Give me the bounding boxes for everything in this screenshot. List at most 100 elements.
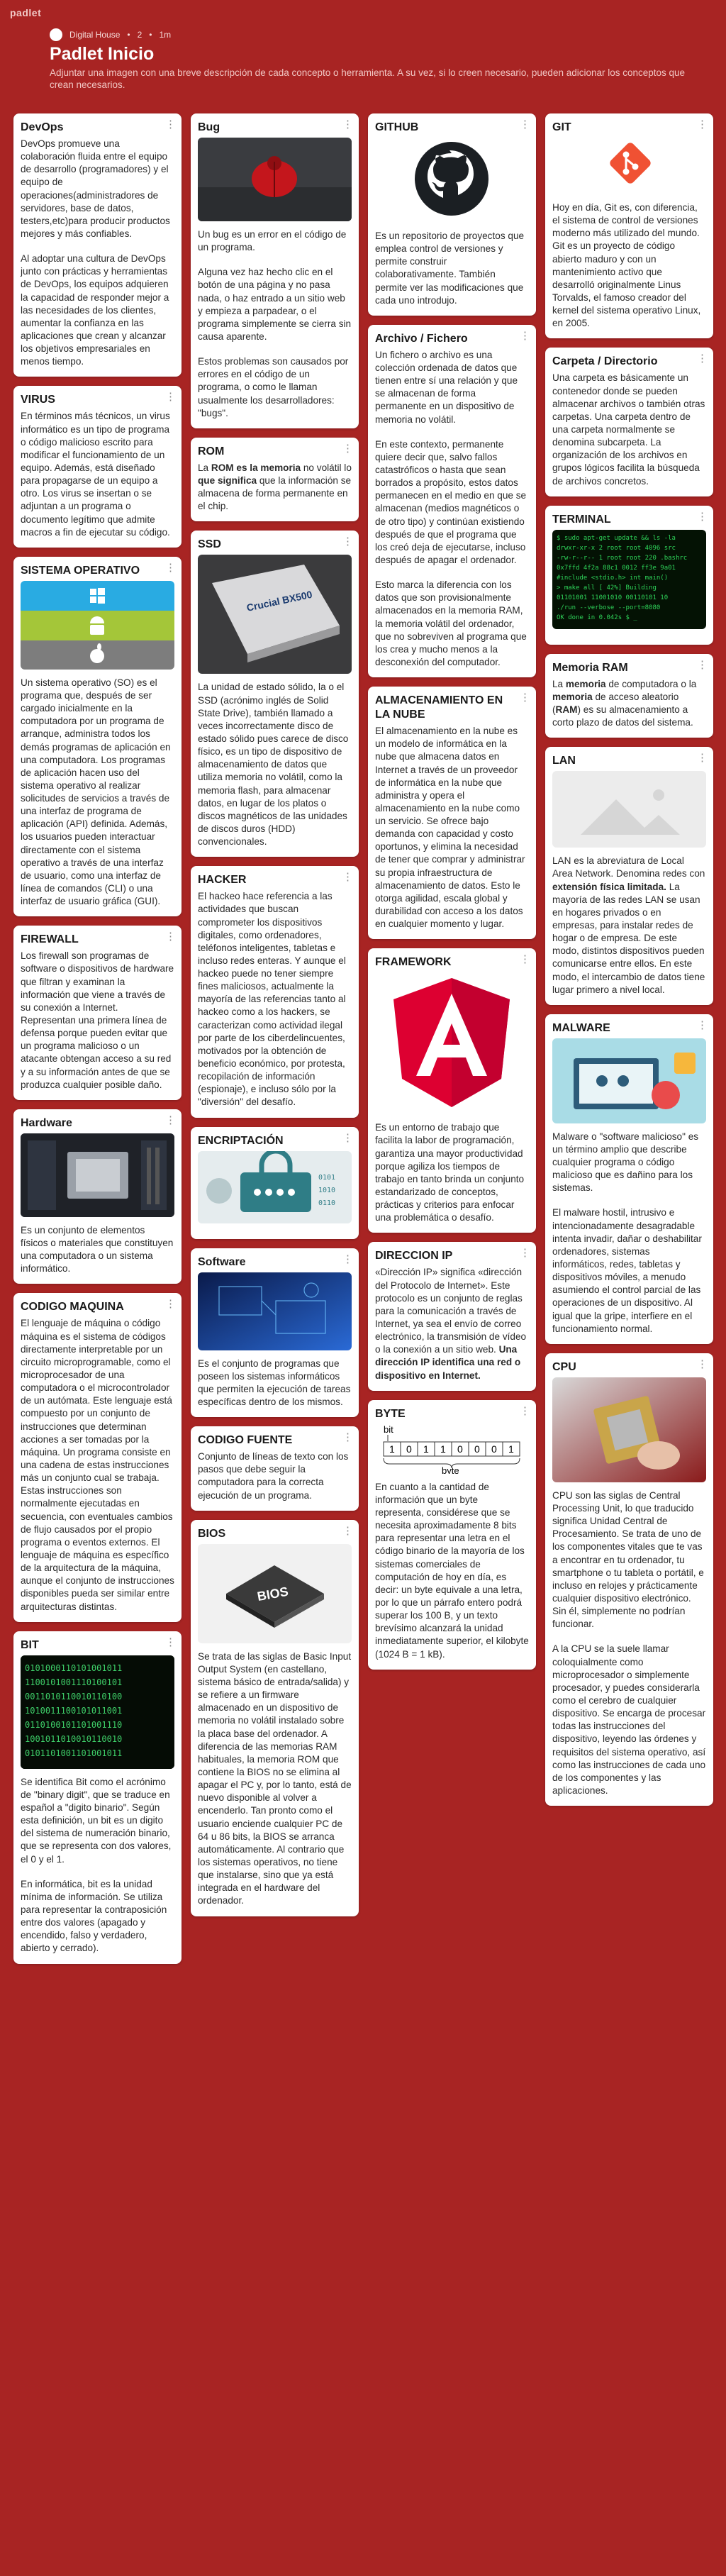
bit-value: 1: [389, 1443, 395, 1455]
terminal-image[interactable]: $ sudo apt-get update && ls -la drwxr-xr…: [552, 529, 706, 629]
time-ago: 1m: [159, 30, 172, 40]
more-vertical-icon[interactable]: ⋮: [342, 119, 353, 130]
post-title: FIREWALL: [21, 933, 79, 946]
more-vertical-icon[interactable]: ⋮: [697, 753, 708, 763]
bios-chip-image[interactable]: BIOS: [198, 1543, 352, 1643]
post-card-terminal[interactable]: ⋮ TERMINAL $ sudo apt-get update && ls -…: [545, 505, 713, 645]
post-card-cpu[interactable]: ⋮ CPU CPU son las siglas de Central Proc…: [545, 1353, 713, 1806]
post-card-ssd[interactable]: ⋮ SSD Crucial BX500 La unidad de estado …: [191, 531, 359, 857]
more-vertical-icon[interactable]: ⋮: [165, 1299, 176, 1309]
column-4: ⋮ GIT Hoy en día, Git es, con diferencia…: [545, 113, 713, 1815]
binary-image[interactable]: 0101000110101001011 1100101001110100101 …: [21, 1655, 174, 1769]
more-vertical-icon[interactable]: ⋮: [342, 1133, 353, 1143]
more-vertical-icon[interactable]: ⋮: [342, 1254, 353, 1265]
more-vertical-icon[interactable]: ⋮: [520, 1248, 530, 1258]
post-card-framework[interactable]: ⋮ FRAMEWORK Es un entorno de trabajo que…: [368, 948, 536, 1233]
post-card-almacenamiento-nube[interactable]: ⋮ ALMACENAMIENTO EN LA NUBE El almacenam…: [368, 687, 536, 940]
post-card-software[interactable]: ⋮ Software Es el conjunto de programas q…: [191, 1248, 359, 1418]
more-vertical-icon[interactable]: ⋮: [342, 1526, 353, 1536]
svg-text:0101: 0101: [318, 1174, 335, 1182]
svg-text:#include <stdio.h> int main(): #include <stdio.h> int main(): [557, 574, 668, 582]
author-avatar[interactable]: [50, 28, 62, 41]
more-vertical-icon[interactable]: ⋮: [520, 692, 530, 703]
post-card-malware[interactable]: ⋮ MALWARE Malware o "software malicioso"…: [545, 1014, 713, 1344]
padlet-brand[interactable]: padlet: [10, 7, 41, 18]
bit-value: 1: [508, 1443, 514, 1455]
bit-value: 0: [491, 1443, 497, 1455]
svg-text:0x7ffd 4f2a 88c1 0012 ff3e 9a0: 0x7ffd 4f2a 88c1 0012 ff3e 9a01: [557, 565, 676, 572]
more-vertical-icon[interactable]: ⋮: [697, 1359, 708, 1370]
github-logo[interactable]: [375, 138, 529, 223]
post-card-devops[interactable]: ⋮ DevOps DevOps promueve una colaboració…: [13, 113, 182, 377]
ssd-image[interactable]: Crucial BX500: [198, 555, 352, 674]
software-image[interactable]: [198, 1272, 352, 1350]
lan-image-placeholder[interactable]: [552, 771, 706, 848]
post-card-memoria-ram[interactable]: ⋮ Memoria RAM La memoria de computadora …: [545, 653, 713, 738]
more-vertical-icon[interactable]: ⋮: [520, 954, 530, 965]
bug-image[interactable]: [198, 138, 352, 221]
post-card-direccion-ip[interactable]: ⋮ DIRECCION IP «Dirección IP» significa …: [368, 1242, 536, 1391]
post-card-codigo-maquina[interactable]: ⋮ CODIGO MAQUINA El lenguaje de máquina …: [13, 1293, 182, 1622]
more-vertical-icon[interactable]: ⋮: [697, 1020, 708, 1031]
git-logo[interactable]: [552, 138, 706, 194]
post-paragraph: Hoy en día, Git es, con diferencia, el s…: [552, 202, 701, 329]
post-card-hacker[interactable]: ⋮ HACKER El hackeo hace referencia a las…: [191, 866, 359, 1118]
post-card-bios[interactable]: ⋮ BIOS BIOS Se trata de las siglas de Ba…: [191, 1519, 359, 1916]
encryption-image[interactable]: 0101 1010 0110: [198, 1150, 352, 1223]
post-card-carpeta[interactable]: ⋮ Carpeta / Directorio Una carpeta es bá…: [545, 348, 713, 496]
cpu-image[interactable]: [552, 1377, 706, 1482]
post-title: MALWARE: [552, 1021, 610, 1034]
more-vertical-icon[interactable]: ⋮: [342, 443, 353, 454]
more-vertical-icon[interactable]: ⋮: [697, 353, 708, 364]
malware-image[interactable]: [552, 1038, 706, 1123]
post-card-bit[interactable]: ⋮ BIT 0101000110101001011 11001010011101…: [13, 1631, 182, 1964]
more-vertical-icon[interactable]: ⋮: [165, 119, 176, 130]
post-title: VIRUS: [21, 394, 55, 406]
more-vertical-icon[interactable]: ⋮: [697, 119, 708, 130]
more-vertical-icon[interactable]: ⋮: [165, 392, 176, 402]
bit-value: 0: [474, 1443, 480, 1455]
more-vertical-icon[interactable]: ⋮: [165, 1115, 176, 1126]
post-card-archivo[interactable]: ⋮ Archivo / Fichero Un fichero o archivo…: [368, 324, 536, 678]
post-card-firewall[interactable]: ⋮ FIREWALL Los firewall son programas de…: [13, 926, 182, 1100]
post-card-encriptacion[interactable]: ⋮ ENCRIPTACIÓN 0101 1010 0110: [191, 1126, 359, 1239]
post-body: «Dirección IP» significa «dirección del …: [375, 1266, 529, 1382]
post-paragraph: Estos problemas son causados por errores…: [198, 356, 349, 418]
post-card-github[interactable]: ⋮ GITHUB Es un repositorio de proyectos …: [368, 113, 536, 316]
more-vertical-icon[interactable]: ⋮: [342, 1432, 353, 1443]
post-title: DIRECCION IP: [375, 1250, 453, 1262]
more-vertical-icon[interactable]: ⋮: [520, 1406, 530, 1416]
svg-text:1010011100101011001: 1010011100101011001: [25, 1706, 122, 1716]
more-vertical-icon[interactable]: ⋮: [165, 1637, 176, 1648]
board-description: Adjuntar una imagen con una breve descri…: [50, 67, 686, 90]
more-vertical-icon[interactable]: ⋮: [342, 536, 353, 547]
os-logos-image[interactable]: [21, 580, 174, 670]
more-vertical-icon[interactable]: ⋮: [342, 872, 353, 882]
post-body: El almacenamiento en la nube es un model…: [375, 725, 529, 931]
post-paragraph: Los firewall son programas de software o…: [21, 950, 174, 1090]
post-card-rom[interactable]: ⋮ ROM La ROM es la memoria no volátil lo…: [191, 437, 359, 522]
post-card-lan[interactable]: ⋮ LAN LAN es la abreviatura de Local Are…: [545, 747, 713, 1005]
more-vertical-icon[interactable]: ⋮: [697, 511, 708, 522]
dot-separator: •: [149, 30, 152, 40]
post-card-codigo-fuente[interactable]: ⋮ CODIGO FUENTE Conjunto de líneas de te…: [191, 1426, 359, 1511]
post-card-hardware[interactable]: ⋮ Hardware Es un conjunto de elementos f…: [13, 1109, 182, 1284]
post-card-git[interactable]: ⋮ GIT Hoy en día, Git es, con diferencia…: [545, 113, 713, 339]
more-vertical-icon[interactable]: ⋮: [165, 562, 176, 573]
post-body: CPU son las siglas de Central Processing…: [552, 1489, 706, 1797]
author-name[interactable]: Digital House: [69, 30, 120, 40]
more-vertical-icon[interactable]: ⋮: [697, 660, 708, 670]
svg-text:$ sudo apt-get update && ls -l: $ sudo apt-get update && ls -la: [557, 535, 676, 542]
post-body: Es un repositorio de proyectos que emple…: [375, 230, 529, 307]
byte-diagram[interactable]: bit 10110001 byte: [375, 1423, 529, 1474]
more-vertical-icon[interactable]: ⋮: [520, 119, 530, 130]
more-vertical-icon[interactable]: ⋮: [520, 331, 530, 341]
post-card-virus[interactable]: ⋮ VIRUS En términos más técnicos, un vir…: [13, 386, 182, 548]
more-vertical-icon[interactable]: ⋮: [165, 931, 176, 942]
motherboard-image[interactable]: [21, 1133, 174, 1217]
post-card-bug[interactable]: ⋮ Bug Un bug es un error en el código de…: [191, 113, 359, 428]
post-card-sistema-operativo[interactable]: ⋮ SISTEMA OPERATIVO Un sistema operativo…: [13, 556, 182, 917]
post-body: Se trata de las siglas de Basic Input Ou…: [198, 1650, 352, 1908]
post-card-byte[interactable]: ⋮ BYTE bit 10110001 byte En cuanto a la …: [368, 1399, 536, 1670]
angular-logo[interactable]: [375, 972, 529, 1115]
